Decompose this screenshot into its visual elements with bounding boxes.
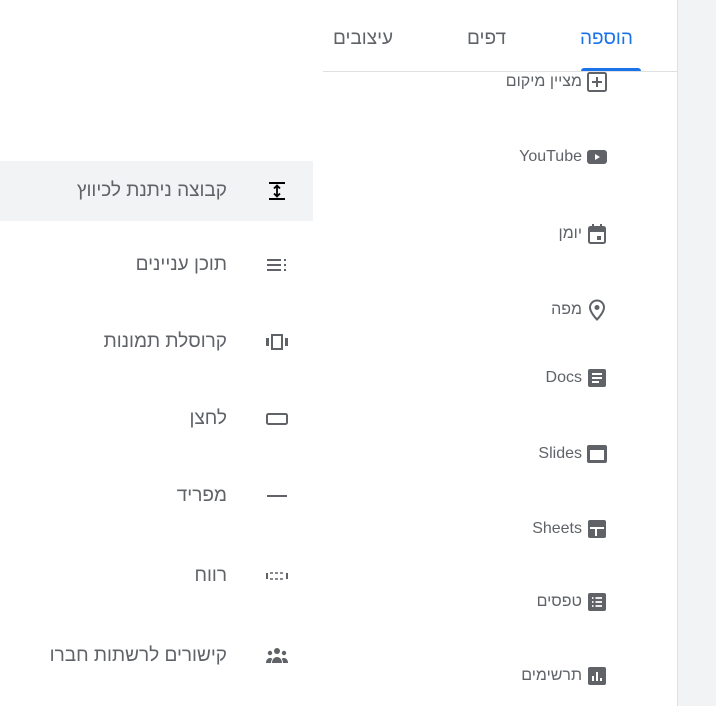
insert-item-placeholder[interactable]: מציין מיקום [323, 62, 677, 102]
forms-icon [585, 590, 609, 614]
insert-item-charts[interactable]: תרשימים [323, 656, 677, 696]
social-links-icon [265, 644, 289, 668]
insert-item-label: טפסים [536, 593, 582, 610]
insert-item-sheets[interactable]: Sheets [323, 509, 677, 549]
insert-item-label: YouTube [519, 148, 582, 165]
insert-item-docs[interactable]: Docs [323, 358, 677, 398]
layout-item-button[interactable]: לחצן [0, 399, 313, 439]
layout-item-collapsible-group[interactable]: קבוצה ניתנת לכיווץ [0, 167, 313, 215]
docs-icon [585, 366, 609, 390]
layout-item-image-carousel[interactable]: קרוסלת תמונות [0, 322, 313, 362]
table-of-contents-icon [265, 253, 289, 277]
placeholder-add-icon [585, 70, 609, 94]
calendar-icon [585, 222, 609, 246]
layout-item-label: קישורים לרשתות חברו [49, 645, 227, 666]
layout-item-label: תוכן עניינים [135, 254, 227, 275]
layout-item-label: לחצן [189, 408, 227, 429]
tab-pages[interactable]: דפים [467, 28, 506, 50]
layout-item-social-links[interactable]: קישורים לרשתות חברו [0, 636, 313, 676]
insert-item-label: מציין מיקום [505, 73, 582, 90]
image-carousel-icon [265, 330, 289, 354]
divider-icon [265, 484, 289, 508]
insert-item-label: מפה [551, 301, 582, 318]
insert-item-slides[interactable]: Slides [323, 434, 677, 474]
insert-item-label: Sheets [532, 520, 582, 537]
insert-item-label: תרשימים [521, 667, 582, 684]
spacer-icon [265, 564, 289, 588]
insert-item-youtube[interactable]: YouTube [323, 137, 677, 177]
layout-item-divider[interactable]: מפריד [0, 476, 313, 516]
collapsible-group-icon [265, 179, 289, 203]
insert-item-calendar[interactable]: יומן [323, 214, 677, 254]
layout-item-label: מפריד [176, 485, 227, 506]
tab-insert[interactable]: הוספה [580, 28, 633, 50]
insert-item-label: Docs [545, 369, 582, 386]
layout-item-spacer[interactable]: רווח [0, 556, 313, 596]
youtube-icon [585, 145, 609, 169]
map-pin-icon [585, 298, 609, 322]
slides-icon [585, 442, 609, 466]
layout-item-label: קרוסלת תמונות [103, 331, 227, 352]
charts-icon [585, 664, 609, 688]
layout-item-table-of-contents[interactable]: תוכן עניינים [0, 245, 313, 285]
layout-item-label: קבוצה ניתנת לכיווץ [76, 180, 227, 201]
right-gutter [677, 0, 716, 706]
button-icon [265, 407, 289, 431]
sheets-icon [585, 517, 609, 541]
insert-item-map[interactable]: מפה [323, 290, 677, 330]
layout-item-label: רווח [194, 565, 227, 586]
insert-item-label: יומן [558, 225, 582, 242]
insert-item-forms[interactable]: טפסים [323, 582, 677, 622]
tab-themes[interactable]: עיצובים [333, 28, 393, 50]
insert-item-label: Slides [538, 445, 582, 462]
insert-panel: עיצובים דפים הוספה מציין מיקום YouTube י… [0, 0, 716, 706]
